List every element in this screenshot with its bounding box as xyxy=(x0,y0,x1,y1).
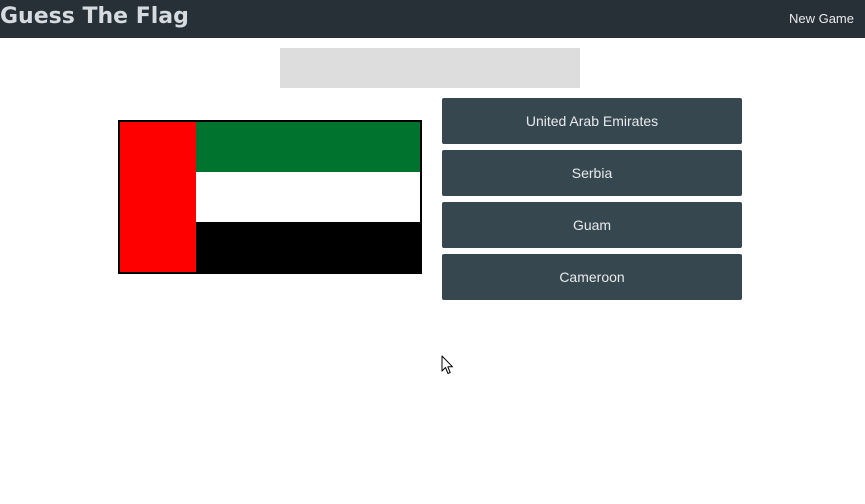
status-message xyxy=(280,48,580,88)
choice-button-2[interactable]: Serbia xyxy=(442,150,742,196)
flag-image xyxy=(118,120,422,274)
app-title: Guess The Flag xyxy=(0,4,189,29)
choice-button-3[interactable]: Guam xyxy=(442,202,742,248)
choice-button-1[interactable]: United Arab Emirates xyxy=(442,98,742,144)
answer-choices: United Arab Emirates Serbia Guam Cameroo… xyxy=(442,98,742,306)
flag-white-stripe xyxy=(196,172,420,222)
mouse-cursor-icon xyxy=(441,355,453,374)
flag-red-band xyxy=(120,122,196,272)
flag-green-stripe xyxy=(196,122,420,172)
new-game-link[interactable]: New Game xyxy=(789,11,854,27)
navbar: Guess The Flag New Game xyxy=(0,0,865,38)
choice-button-4[interactable]: Cameroon xyxy=(442,254,742,300)
flag-black-stripe xyxy=(196,222,420,272)
